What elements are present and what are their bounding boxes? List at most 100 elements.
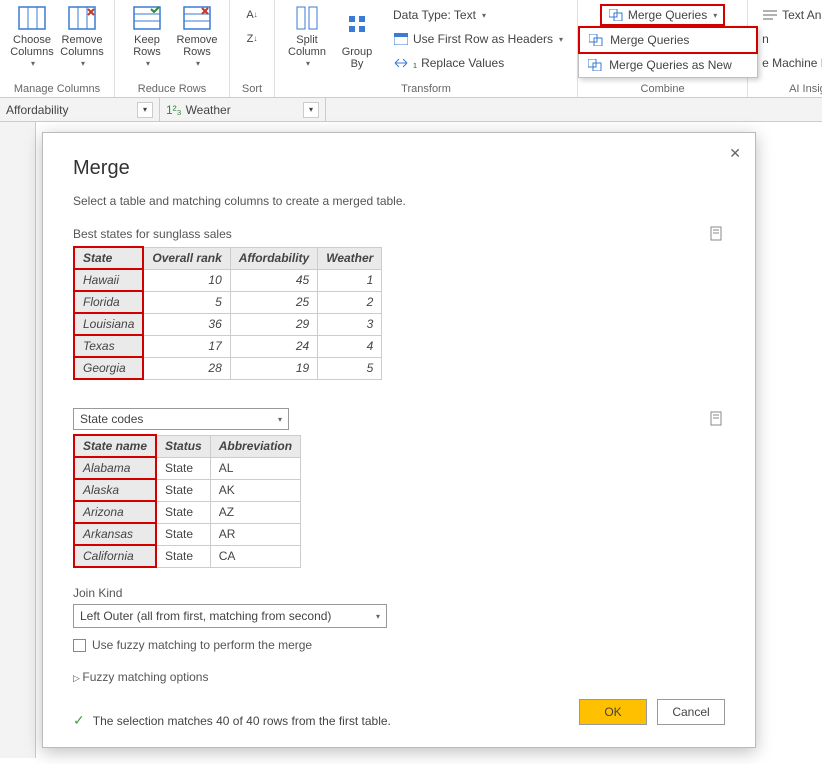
dropdown-arrow-icon: ▾	[376, 612, 380, 621]
table-row[interactable]: ArizonaStateAZ	[74, 501, 301, 523]
close-button[interactable]: ✕	[729, 145, 741, 162]
table-cell: Arizona	[74, 501, 156, 523]
table-cell: 4	[318, 335, 382, 357]
fuzzy-matching-checkbox-row[interactable]: Use fuzzy matching to perform the merge	[73, 638, 725, 652]
merge-queries-icon	[588, 32, 604, 48]
remove-rows-button[interactable]: Remove Rows ▾	[173, 4, 221, 72]
table1-col-rank[interactable]: Overall rank	[143, 247, 230, 269]
table-cell: 45	[230, 269, 317, 291]
table-cell: 5	[318, 357, 382, 379]
table-cell: 24	[230, 335, 317, 357]
table2-select[interactable]: State codes ▾	[73, 408, 289, 430]
table-row[interactable]: AlaskaStateAK	[74, 479, 301, 501]
ribbon-group-ai-insights: Text Analytics n e Machine Learning AI I…	[748, 0, 822, 97]
merge-queries-as-new-menu-item[interactable]: Merge Queries as New	[579, 53, 757, 77]
ribbon-group-combine: Merge Queries ▾ Merge Queries Merge Quer…	[578, 0, 748, 97]
column-header-affordability[interactable]: Affordability ▾	[0, 98, 160, 121]
remove-columns-button[interactable]: Remove Columns ▾	[58, 4, 106, 72]
join-kind-value: Left Outer (all from first, matching fro…	[80, 609, 331, 623]
text-analytics-label: Text Analytics	[782, 8, 822, 22]
table-row[interactable]: Texas17244	[74, 335, 382, 357]
table-cell: 17	[143, 335, 230, 357]
table1-col-affordability[interactable]: Affordability	[230, 247, 317, 269]
ribbon-group-reduce-rows: Keep Rows ▾ Remove Rows ▾ Reduce Rows	[115, 0, 230, 97]
group-by-button[interactable]: Group By	[333, 4, 381, 72]
dropdown-arrow-icon: ▾	[559, 35, 563, 44]
table-cell: 36	[143, 313, 230, 335]
ok-button[interactable]: OK	[579, 699, 647, 725]
ribbon-group-transform: Split Column ▾ Group By Data Type: Text …	[275, 0, 578, 97]
merge-dialog: ✕ Merge Select a table and matching colu…	[42, 132, 756, 748]
merge-queries-button[interactable]: Merge Queries ▾	[600, 4, 725, 26]
table-cell: 19	[230, 357, 317, 379]
keep-rows-button[interactable]: Keep Rows ▾	[123, 4, 171, 72]
table-row[interactable]: Georgia28195	[74, 357, 382, 379]
table-cell: Louisiana	[74, 313, 143, 335]
table2-col-abbrev[interactable]: Abbreviation	[210, 435, 300, 457]
choose-columns-button[interactable]: Choose Columns ▾	[8, 4, 56, 72]
sort-ascending-button[interactable]: A↓	[238, 4, 266, 26]
use-first-row-headers-button[interactable]: Use First Row as Headers ▾	[387, 28, 569, 50]
table-row[interactable]: Louisiana36293	[74, 313, 382, 335]
data-type-icon: 1²₃	[166, 103, 182, 117]
column-header-label: Affordability	[6, 103, 68, 117]
data-type-label: Data Type: Text	[393, 8, 476, 22]
remove-rows-icon	[181, 6, 213, 30]
table1-col-state[interactable]: State	[74, 247, 143, 269]
fuzzy-checkbox-label: Use fuzzy matching to perform the merge	[92, 638, 312, 652]
azure-ml-label-suffix: e Machine Learning	[762, 56, 822, 70]
filter-button[interactable]: ▾	[137, 102, 153, 118]
table2-col-statename[interactable]: State name	[74, 435, 156, 457]
first-row-headers-icon	[393, 31, 409, 47]
table-row[interactable]: Florida5252	[74, 291, 382, 313]
table-row[interactable]: AlabamaStateAL	[74, 457, 301, 479]
table-cell: 2	[318, 291, 382, 313]
azure-ml-button[interactable]: e Machine Learning	[756, 52, 822, 74]
ribbon-group-title: Reduce Rows	[138, 81, 206, 95]
merge-queries-menu-item[interactable]: Merge Queries	[578, 26, 758, 54]
cancel-button[interactable]: Cancel	[657, 699, 725, 725]
table-cell: State	[156, 545, 210, 567]
table1-col-weather[interactable]: Weather	[318, 247, 382, 269]
remove-columns-label: Remove Columns	[60, 34, 103, 58]
table-cell: Arkansas	[74, 523, 156, 545]
replace-values-button[interactable]: ₁ Replace Values	[387, 52, 569, 74]
merge-queries-icon	[608, 7, 624, 23]
ribbon-group-sort: A↓ Z↓ Sort	[230, 0, 275, 97]
join-kind-select[interactable]: Left Outer (all from first, matching fro…	[73, 604, 387, 628]
match-summary-text: The selection matches 40 of 40 rows from…	[93, 714, 391, 728]
text-analytics-button[interactable]: Text Analytics	[756, 4, 822, 26]
data-type-button[interactable]: Data Type: Text ▾	[387, 4, 569, 26]
column-header-weather[interactable]: 1²₃ Weather ▾	[160, 98, 326, 121]
table-info-icon[interactable]	[709, 411, 725, 427]
table-info-icon[interactable]	[709, 226, 725, 242]
split-column-label: Split Column	[288, 34, 326, 58]
table-cell: Alaska	[74, 479, 156, 501]
filter-button[interactable]: ▾	[303, 102, 319, 118]
table-row[interactable]: ArkansasStateAR	[74, 523, 301, 545]
table-row[interactable]: Hawaii10451	[74, 269, 382, 291]
table-cell: 10	[143, 269, 230, 291]
table-row[interactable]: CaliforniaStateCA	[74, 545, 301, 567]
ribbon-group-manage-columns: Choose Columns ▾ Remove Columns ▾ Manage…	[0, 0, 115, 97]
table-cell: State	[156, 523, 210, 545]
table2-preview[interactable]: State name Status Abbreviation AlabamaSt…	[73, 434, 301, 568]
choose-columns-label: Choose Columns	[10, 34, 53, 58]
remove-rows-label: Remove Rows	[177, 34, 218, 58]
vision-button[interactable]: n	[756, 28, 822, 50]
fuzzy-checkbox[interactable]	[73, 639, 86, 652]
merge-queries-label: Merge Queries	[628, 8, 707, 22]
table2-col-status[interactable]: Status	[156, 435, 210, 457]
table-cell: AK	[210, 479, 300, 501]
grid-gutter	[0, 122, 36, 758]
fuzzy-matching-options-expander[interactable]: Fuzzy matching options	[73, 670, 725, 684]
dropdown-arrow-icon: ▾	[31, 58, 35, 70]
table-cell: 29	[230, 313, 317, 335]
table1-preview[interactable]: State Overall rank Affordability Weather…	[73, 246, 382, 380]
group-by-label: Group By	[342, 46, 373, 70]
join-kind-label: Join Kind	[73, 586, 725, 600]
table-cell: Georgia	[74, 357, 143, 379]
split-column-button[interactable]: Split Column ▾	[283, 4, 331, 72]
sort-descending-button[interactable]: Z↓	[238, 28, 266, 50]
sort-az-icon: A↓	[244, 7, 260, 23]
